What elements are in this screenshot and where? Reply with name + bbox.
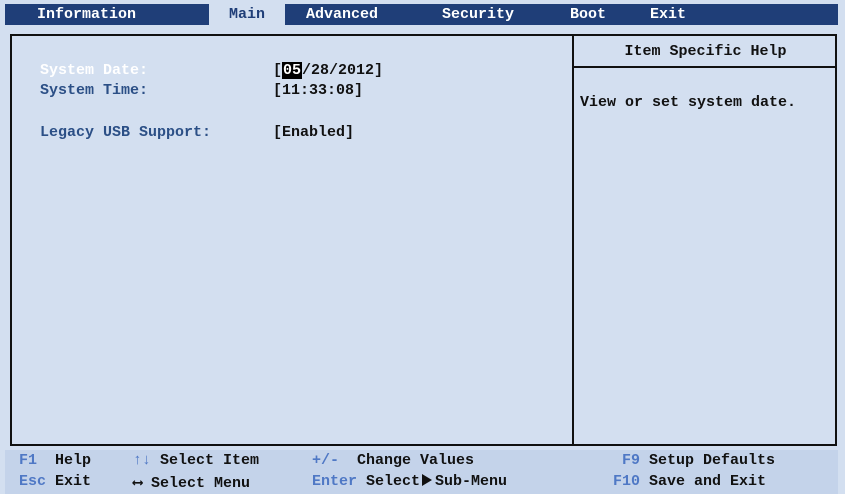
legend-enter-select: Enter Select Sub-Menu — [312, 473, 507, 490]
up-down-arrows-icon: ↑↓ — [133, 452, 152, 469]
left-right-arrow-icon: ⟷ — [133, 475, 143, 492]
submenu-triangle-icon — [422, 474, 433, 487]
tab-exit[interactable]: Exit — [646, 4, 690, 25]
system-time-value[interactable]: [11:33:08] — [273, 82, 363, 99]
legend-key: Enter — [312, 473, 358, 490]
legend-f1-help: F1 Help — [19, 452, 91, 469]
system-date-open-bracket: [ — [273, 62, 283, 79]
panel-divider — [572, 34, 574, 446]
system-time-label[interactable]: System Time: — [40, 82, 148, 99]
legend-action: Setup Defaults — [649, 452, 776, 469]
legend-action: Change Values — [357, 452, 475, 469]
tab-main[interactable]: Main — [209, 4, 285, 25]
help-panel-text: View or set system date. — [580, 94, 797, 111]
legend-key: Esc — [19, 473, 47, 490]
legend-esc-exit: Esc Exit — [19, 473, 91, 490]
tab-information[interactable]: Information — [33, 4, 140, 25]
tab-security[interactable]: Security — [438, 4, 518, 25]
tab-boot[interactable]: Boot — [566, 4, 610, 25]
tab-advanced[interactable]: Advanced — [302, 4, 382, 25]
legacy-usb-support-value[interactable]: [Enabled] — [273, 124, 354, 141]
legend-action: Help — [55, 452, 92, 469]
legend-action: Exit — [55, 473, 92, 490]
help-panel-title: Item Specific Help — [624, 43, 787, 60]
legend-setup-defaults: F9 Setup Defaults — [622, 452, 775, 469]
legend-key: F9 — [622, 452, 641, 469]
system-date-label[interactable]: System Date: — [40, 62, 148, 79]
help-panel-separator — [574, 66, 837, 68]
tab-bar: Information Main Advanced Security Boot … — [5, 4, 838, 25]
legend-select-menu: ⟷ Select Menu — [133, 473, 250, 492]
legend-key: F1 — [19, 452, 38, 469]
legend-key: F10 — [613, 473, 641, 490]
key-legend: F1 Help ↑↓ Select Item +/- Change Values… — [5, 450, 838, 494]
legend-action: Save and Exit — [649, 473, 767, 490]
legacy-usb-support-label[interactable]: Legacy USB Support: — [40, 124, 211, 141]
legend-action: Select Item — [160, 452, 260, 469]
legend-action-suffix: Sub-Menu — [435, 473, 508, 490]
legend-key: +/- — [312, 452, 340, 469]
legend-select-item: ↑↓ Select Item — [133, 452, 259, 469]
system-date-month-field[interactable]: 05 — [282, 62, 303, 79]
bios-setup-screen: Information Main Advanced Security Boot … — [0, 0, 845, 494]
system-date-rest: /28/2012] — [302, 62, 384, 79]
system-date-value[interactable]: [05/28/2012] — [273, 62, 383, 79]
legend-action: Select Menu — [151, 475, 251, 492]
legend-action: Select — [366, 473, 421, 490]
legend-save-and-exit: F10 Save and Exit — [613, 473, 766, 490]
legend-change-values: +/- Change Values — [312, 452, 474, 469]
